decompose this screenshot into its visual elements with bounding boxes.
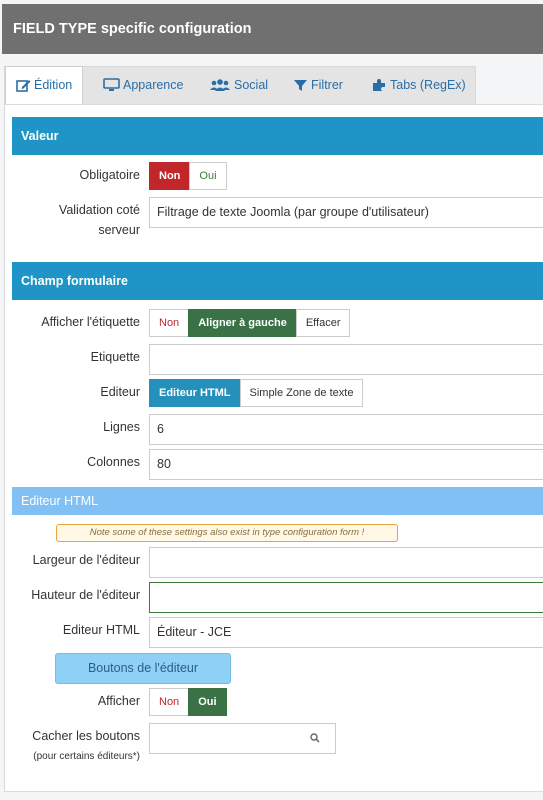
hauteur-label: Hauteur de l'éditeur <box>31 588 140 602</box>
obligatoire-non-button[interactable]: Non <box>149 162 191 190</box>
tab-label: Tabs (RegEx) <box>390 78 466 92</box>
section-valeur: Valeur <box>12 117 543 155</box>
colonnes-input[interactable]: 80 <box>149 449 543 480</box>
tab-label: Apparence <box>123 78 184 92</box>
afficher-etiquette-effacer-button[interactable]: Effacer <box>295 309 351 337</box>
etiquette-label: Etiquette <box>90 350 140 364</box>
afficher-label: Afficher <box>97 694 140 708</box>
settings-note: Note some of these settings also exist i… <box>56 524 398 542</box>
editeur-html-button[interactable]: Editeur HTML <box>149 379 241 407</box>
afficher-toggle: Non Oui <box>149 688 227 716</box>
lignes-label: Lignes <box>103 420 140 434</box>
tab-edition[interactable]: Édition <box>5 66 84 105</box>
colonnes-label: Colonnes <box>87 455 140 469</box>
afficher-oui-button[interactable]: Oui <box>188 688 227 716</box>
editeur-html-label: Editeur HTML <box>62 623 140 637</box>
section-champ-formulaire: Champ formulaire <box>12 262 543 300</box>
hauteur-input[interactable] <box>149 582 543 613</box>
largeur-label: Largeur de l'éditeur <box>32 553 140 567</box>
subsection-title: Editeur HTML <box>21 494 99 508</box>
obligatoire-label: Obligatoire <box>79 168 140 182</box>
afficher-etiquette-toggle: Non Aligner à gauche Effacer <box>149 309 351 337</box>
afficher-etiquette-label: Afficher l'étiquette <box>41 315 140 329</box>
tab-label: Social <box>234 78 269 92</box>
search-icon <box>310 733 320 743</box>
puzzle-icon <box>373 79 385 91</box>
monitor-icon <box>103 78 120 91</box>
obligatoire-oui-button[interactable]: Oui <box>189 162 227 190</box>
validation-label-line2: serveur <box>98 223 140 237</box>
cacher-boutons-search[interactable] <box>149 723 336 754</box>
section-title: Champ formulaire <box>21 274 128 288</box>
tab-social[interactable]: Social <box>209 67 268 104</box>
page-title: FIELD TYPE specific configuration <box>13 21 252 37</box>
section-title: Valeur <box>21 129 59 143</box>
cacher-sublabel: (pour certains éditeurs*) <box>33 751 140 762</box>
obligatoire-toggle: Non Oui <box>149 162 227 190</box>
subsection-editeur-html: Editeur HTML <box>12 487 543 515</box>
tab-label: Édition <box>34 78 73 92</box>
edit-icon <box>16 80 31 92</box>
tab-bar: Édition Apparence Social Filtrer Tabs (R… <box>4 66 476 105</box>
afficher-etiquette-gauche-button[interactable]: Aligner à gauche <box>188 309 297 337</box>
page-header: FIELD TYPE specific configuration <box>2 4 543 54</box>
cacher-label: Cacher les boutons <box>32 729 140 743</box>
validation-select[interactable]: Filtrage de texte Joomla (par groupe d'u… <box>149 197 543 228</box>
tab-filtrer[interactable]: Filtrer <box>293 67 343 104</box>
afficher-etiquette-non-button[interactable]: Non <box>149 309 190 337</box>
largeur-input[interactable] <box>149 547 543 578</box>
users-icon <box>210 79 230 91</box>
tab-apparence[interactable]: Apparence <box>103 67 183 104</box>
editeur-toggle: Editeur HTML Simple Zone de texte <box>149 379 364 407</box>
editeur-label: Editeur <box>100 385 140 399</box>
tab-regex[interactable]: Tabs (RegEx) <box>372 67 466 104</box>
afficher-non-button[interactable]: Non <box>149 688 190 716</box>
tab-label: Filtrer <box>311 78 343 92</box>
lignes-input[interactable]: 6 <box>149 414 543 445</box>
editeur-html-select[interactable]: Éditeur - JCE <box>149 617 543 648</box>
etiquette-input[interactable] <box>149 344 543 375</box>
filter-icon <box>294 80 307 91</box>
boutons-editeur-button[interactable]: Boutons de l'éditeur <box>55 653 231 684</box>
editeur-simple-button[interactable]: Simple Zone de texte <box>239 379 364 407</box>
validation-label: Validation coté <box>58 203 140 217</box>
